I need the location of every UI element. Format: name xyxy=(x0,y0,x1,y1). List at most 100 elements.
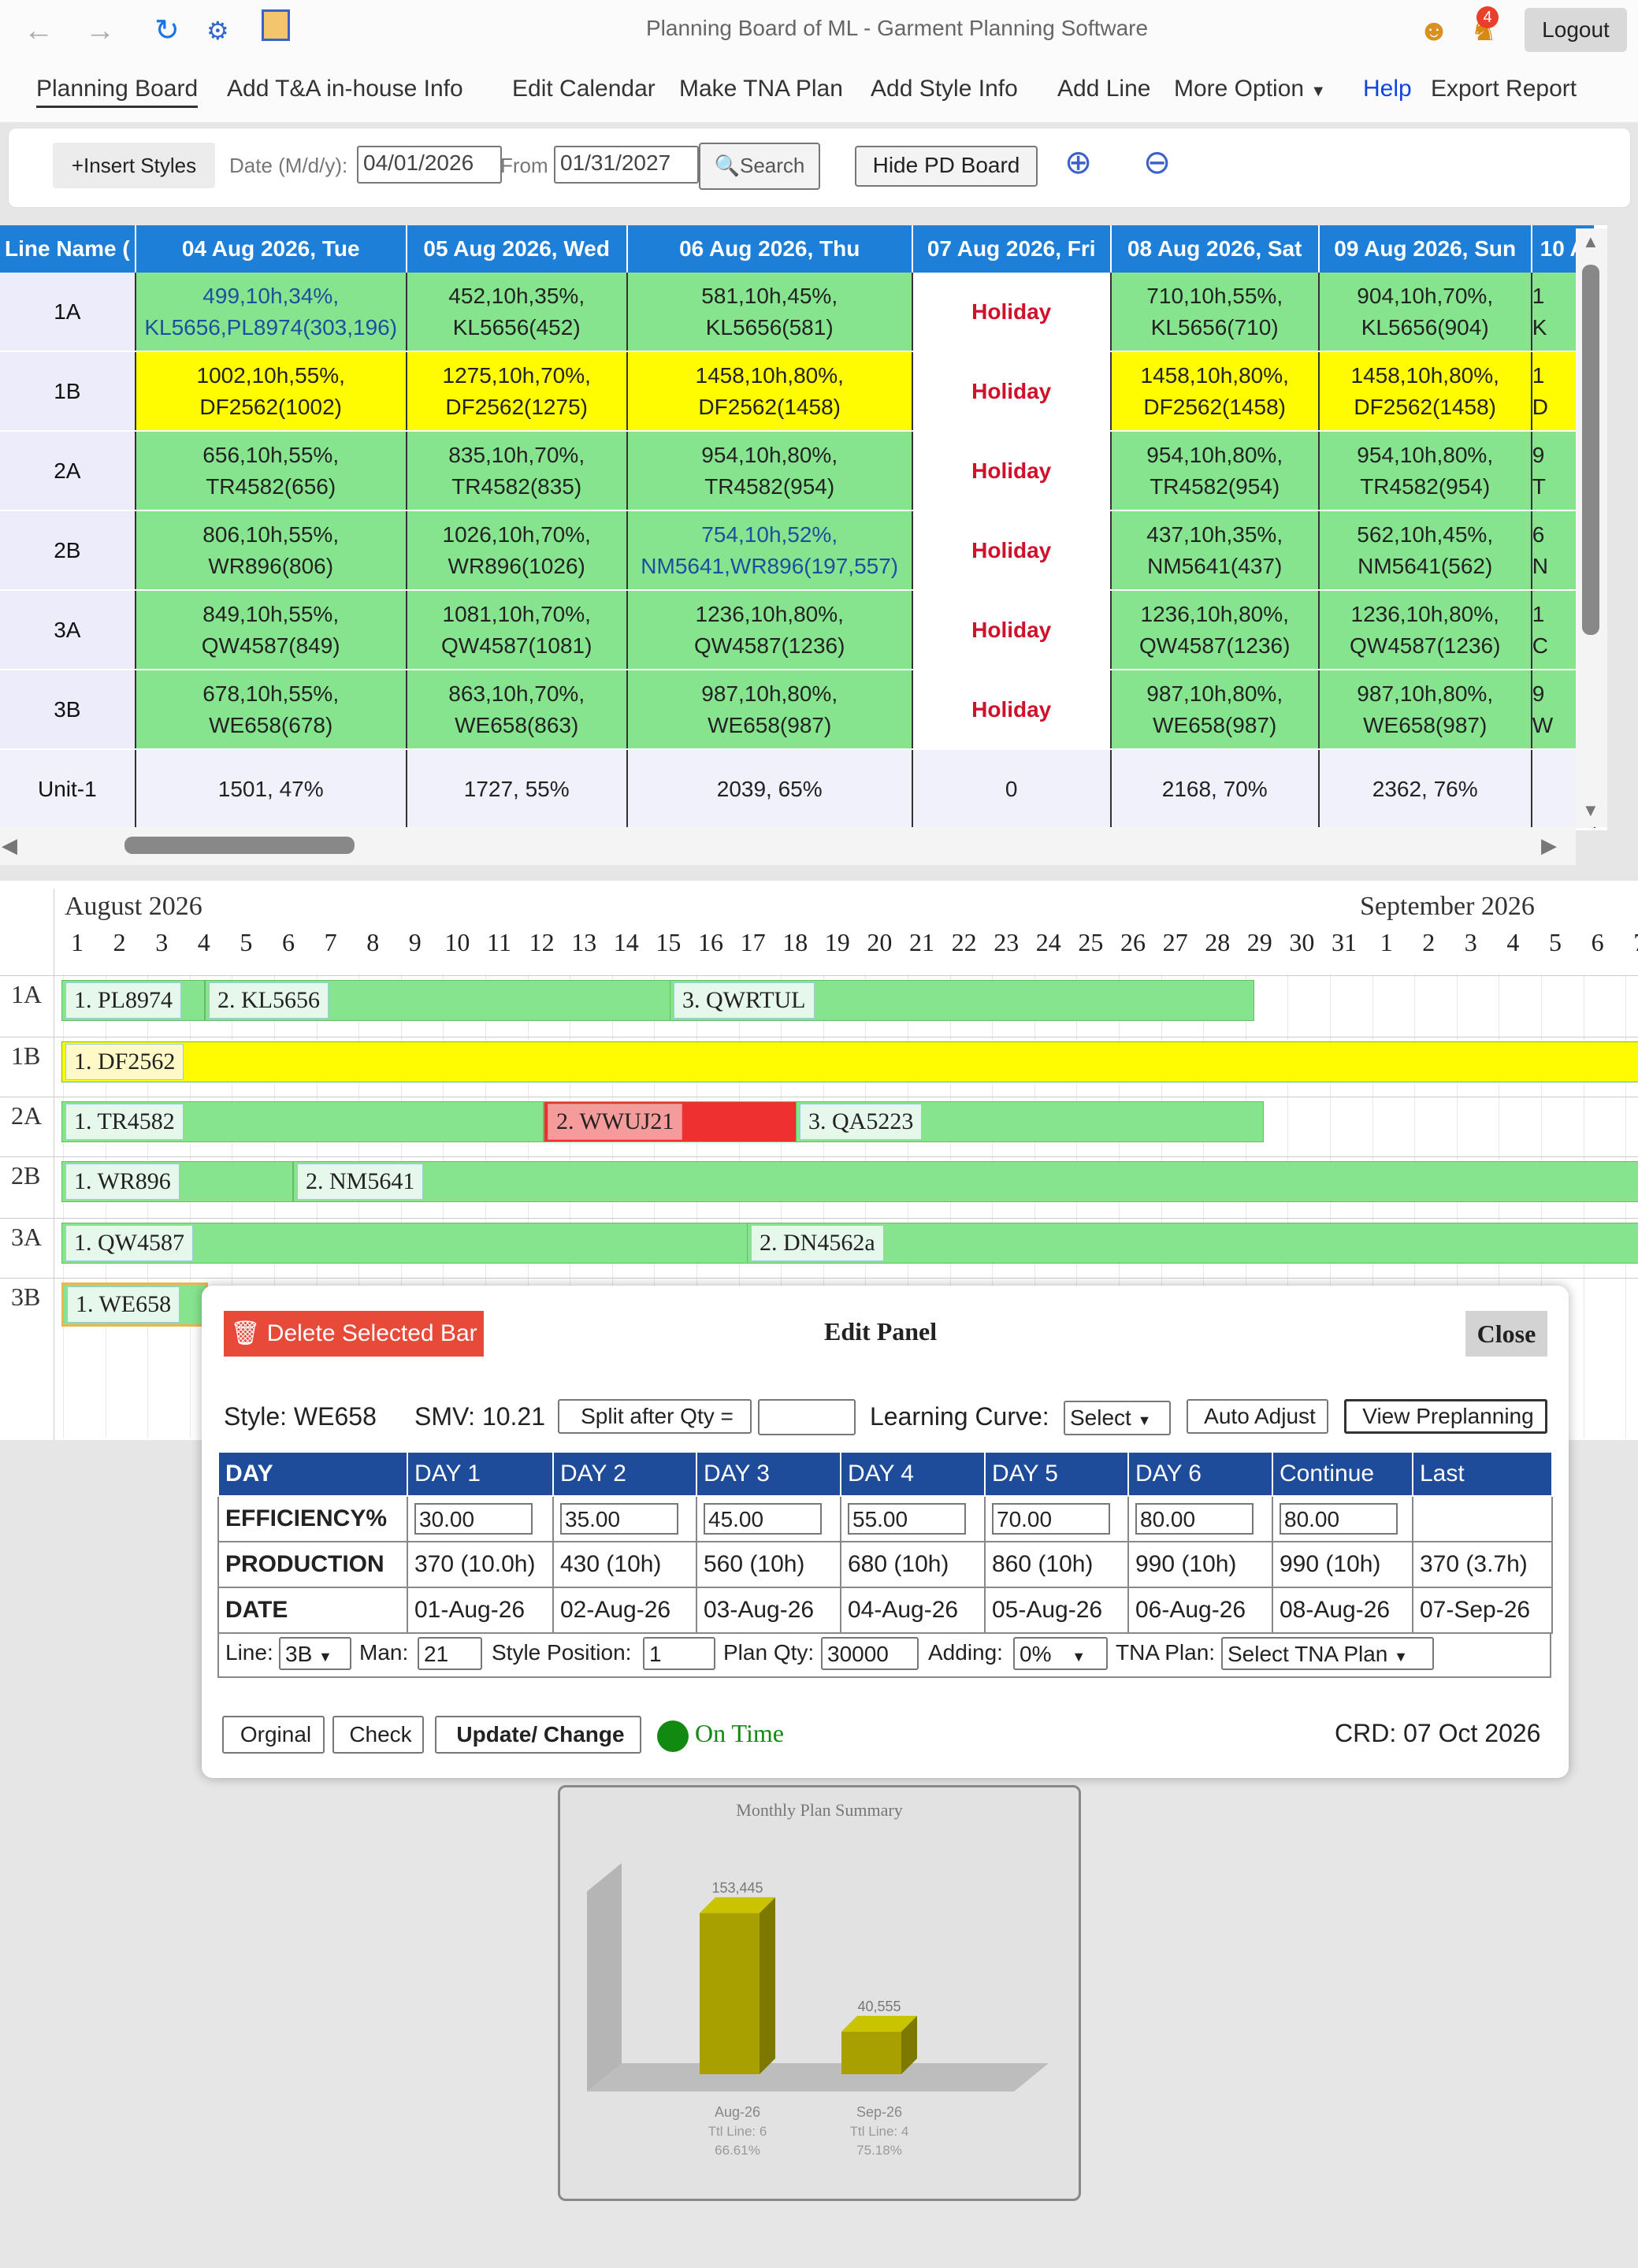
production-cell[interactable]: 954,10h,80%, TR4582(954) xyxy=(626,431,913,511)
production-cell[interactable]: 987,10h,80%, WE658(987) xyxy=(1110,670,1320,750)
production-cell[interactable]: 1081,10h,70%, QW4587(1081) xyxy=(406,590,628,670)
split-after-qty-button[interactable]: Split after Qty = xyxy=(558,1399,752,1434)
gantt-bar[interactable]: 1. DF2562 xyxy=(61,1041,1638,1082)
efficiency-input[interactable]: 80.00 xyxy=(1135,1503,1254,1535)
production-cell[interactable]: 954,10h,80%, TR4582(954) xyxy=(1110,431,1320,511)
search-button[interactable]: 🔍Search xyxy=(699,143,820,190)
scroll-right-icon[interactable]: ▶ xyxy=(1541,833,1557,858)
production-cell[interactable]: 452,10h,35%, KL5656(452) xyxy=(406,273,628,352)
close-button[interactable]: Close xyxy=(1465,1311,1547,1357)
gantt-bar[interactable]: 2. NM5641 xyxy=(293,1161,1638,1202)
production-cell[interactable]: 1236,10h,80%, QW4587(1236) xyxy=(1318,590,1532,670)
line-name-cell[interactable]: 1A xyxy=(0,273,136,352)
menu-add-style-info[interactable]: Add Style Info xyxy=(871,76,1018,102)
production-cell[interactable]: 987,10h,80%, WE658(987) xyxy=(1318,670,1532,750)
auto-adjust-button[interactable]: Auto Adjust xyxy=(1187,1399,1328,1434)
production-cell[interactable]: 656,10h,55%, TR4582(656) xyxy=(135,431,407,511)
hide-pd-board-button[interactable]: Hide PD Board xyxy=(855,146,1038,187)
efficiency-input[interactable]: 70.00 xyxy=(992,1503,1110,1535)
menu-edit-calendar[interactable]: Edit Calendar xyxy=(512,76,656,102)
style-position-input[interactable]: 1 xyxy=(643,1637,715,1670)
efficiency-input[interactable]: 55.00 xyxy=(848,1503,966,1535)
scroll-left-icon[interactable]: ◀ xyxy=(2,833,17,858)
gantt-bar[interactable]: 1. QW4587 xyxy=(61,1223,748,1264)
adding-select[interactable]: 0% ▼ xyxy=(1013,1637,1108,1670)
date-input[interactable]: 04/01/2026 xyxy=(357,146,502,184)
gantt-bar[interactable]: 1. PL8974 xyxy=(61,980,205,1021)
gantt-bar[interactable]: 1. TR4582 xyxy=(61,1101,544,1142)
plan-qty-input[interactable]: 30000 xyxy=(821,1637,919,1670)
production-cell[interactable]: 1002,10h,55%, DF2562(1002) xyxy=(135,351,407,432)
production-cell[interactable]: 863,10h,70%, WE658(863) xyxy=(406,670,628,750)
holiday-cell[interactable]: Holiday xyxy=(911,351,1112,432)
menu-add-line[interactable]: Add Line xyxy=(1057,76,1150,102)
menu-export-report[interactable]: Export Report xyxy=(1431,76,1577,102)
efficiency-input[interactable]: 45.00 xyxy=(704,1503,822,1535)
tna-plan-select[interactable]: Select TNA Plan ▼ xyxy=(1221,1637,1434,1670)
logout-button[interactable]: Logout xyxy=(1525,8,1627,52)
view-preplanning-button[interactable]: View Preplanning xyxy=(1344,1399,1547,1434)
menu-help[interactable]: Help xyxy=(1363,76,1412,102)
production-cell[interactable]: 835,10h,70%, TR4582(835) xyxy=(406,431,628,511)
production-cell[interactable]: 1458,10h,80%, DF2562(1458) xyxy=(626,351,913,432)
scroll-down-icon[interactable]: ▼ xyxy=(1582,800,1599,821)
original-button[interactable]: Orginal xyxy=(222,1716,325,1754)
production-cell[interactable]: 806,10h,55%, WR896(806) xyxy=(135,510,407,591)
gantt-bar[interactable]: 3. QA5223 xyxy=(796,1101,1264,1142)
back-arrow-icon[interactable]: ← xyxy=(24,11,54,50)
production-cell[interactable]: 437,10h,35%, NM5641(437) xyxy=(1110,510,1320,591)
production-cell[interactable]: 1236,10h,80%, QW4587(1236) xyxy=(1110,590,1320,670)
production-cell[interactable]: 904,10h,70%, KL5656(904) xyxy=(1318,273,1532,352)
gantt-bar[interactable]: 2. WWUJ21 xyxy=(544,1101,797,1142)
line-name-cell[interactable]: 3B xyxy=(0,670,136,750)
menu-make-tna-plan[interactable]: Make TNA Plan xyxy=(679,76,843,102)
split-qty-input[interactable] xyxy=(758,1399,856,1435)
production-cell[interactable]: 1236,10h,80%, QW4587(1236) xyxy=(626,590,913,670)
production-cell[interactable]: 1458,10h,80%, DF2562(1458) xyxy=(1318,351,1532,432)
delete-selected-bar-button[interactable]: 🗑 Delete Selected Bar xyxy=(224,1311,484,1357)
gantt-bar[interactable]: 3. QWRTUL xyxy=(670,980,1254,1021)
efficiency-input[interactable]: 80.00 xyxy=(1280,1503,1398,1535)
production-cell[interactable]: 562,10h,45%, NM5641(562) xyxy=(1318,510,1532,591)
production-cell[interactable]: 954,10h,80%, TR4582(954) xyxy=(1318,431,1532,511)
settings-icon[interactable]: ⚙ xyxy=(206,11,229,50)
line-name-cell[interactable]: 3A xyxy=(0,590,136,670)
menu-planning-board[interactable]: Planning Board xyxy=(36,76,199,108)
gantt-bar[interactable]: 2. DN4562a xyxy=(747,1223,1638,1264)
line-name-cell[interactable]: 2B xyxy=(0,510,136,591)
vertical-scrollbar[interactable]: ▲ ▼ xyxy=(1576,228,1607,827)
production-cell[interactable]: 710,10h,55%, KL5656(710) xyxy=(1110,273,1320,352)
production-cell[interactable]: 1458,10h,80%, DF2562(1458) xyxy=(1110,351,1320,432)
line-name-cell[interactable]: 1B xyxy=(0,351,136,432)
holiday-cell[interactable]: Holiday xyxy=(911,431,1112,511)
from-date-input[interactable]: 01/31/2027 xyxy=(554,146,699,184)
horizontal-scroll-thumb[interactable] xyxy=(124,837,355,854)
line-name-cell[interactable]: 2A xyxy=(0,431,136,511)
menu-add-ta-info[interactable]: Add T&A in-house Info xyxy=(227,76,463,102)
production-cell[interactable]: 678,10h,55%, WE658(678) xyxy=(135,670,407,750)
holiday-cell[interactable]: Holiday xyxy=(911,590,1112,670)
document-icon[interactable] xyxy=(262,9,290,41)
production-cell[interactable]: 754,10h,52%, NM5641,WR896(197,557) xyxy=(626,510,913,591)
gantt-bar[interactable]: 2. KL5656 xyxy=(205,980,671,1021)
man-input[interactable]: 21 xyxy=(418,1637,482,1670)
production-cell[interactable]: 499,10h,34%, KL5656,PL8974(303,196) xyxy=(135,273,407,352)
refresh-icon[interactable]: ↻ xyxy=(154,11,180,50)
holiday-cell[interactable]: Holiday xyxy=(911,670,1112,750)
check-button[interactable]: Check xyxy=(332,1716,424,1754)
holiday-cell[interactable]: Holiday xyxy=(911,273,1112,352)
scroll-up-icon[interactable]: ▲ xyxy=(1582,232,1599,252)
zoom-out-icon[interactable]: ⊖ xyxy=(1143,143,1171,181)
gantt-bar[interactable]: 1. WE658 xyxy=(61,1282,208,1327)
efficiency-input[interactable]: 30.00 xyxy=(414,1503,533,1535)
user-icon[interactable]: ☻ xyxy=(1418,11,1450,50)
menu-more-option[interactable]: More Option ▼ xyxy=(1174,76,1326,102)
production-cell[interactable]: 1026,10h,70%, WR896(1026) xyxy=(406,510,628,591)
gantt-bar[interactable]: 1. WR896 xyxy=(61,1161,293,1202)
production-cell[interactable]: 849,10h,55%, QW4587(849) xyxy=(135,590,407,670)
efficiency-input[interactable]: 35.00 xyxy=(560,1503,678,1535)
learning-curve-select[interactable]: Select ▼ xyxy=(1064,1401,1171,1435)
vertical-scroll-thumb[interactable] xyxy=(1582,265,1599,635)
forward-arrow-icon[interactable]: → xyxy=(85,11,115,50)
production-cell[interactable]: 1275,10h,70%, DF2562(1275) xyxy=(406,351,628,432)
